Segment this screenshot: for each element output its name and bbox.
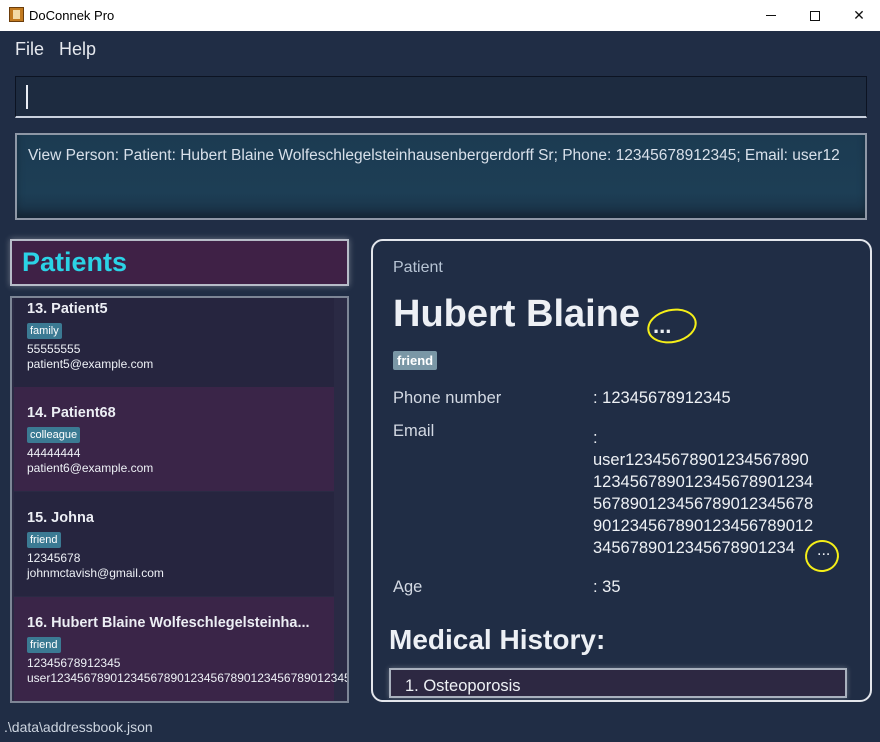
annotation-circle: [644, 304, 700, 348]
patient-email: patient6@example.com: [27, 461, 154, 475]
patients-title: Patients: [22, 247, 128, 277]
email-line: 901234567890123456789012: [593, 517, 814, 535]
email-value: : user12345678901234567890 1234567890123…: [593, 427, 827, 559]
email-label: Email: [393, 422, 435, 440]
minimize-icon: [766, 15, 776, 16]
patient-tag: colleague: [27, 427, 81, 443]
close-button[interactable]: ✕: [836, 0, 880, 31]
medical-history-title: Medical History:: [389, 624, 606, 655]
age-value: : 35: [593, 578, 621, 596]
patient-card-name: 16. Hubert Blaine Wolfeschlegelsteinha..…: [27, 615, 310, 631]
patient-email: user123456789012345678901234567890123456…: [27, 671, 347, 685]
menu-file[interactable]: File: [15, 39, 44, 60]
age-label: Age: [393, 578, 423, 596]
patient-card-name: 13. Patient5: [27, 301, 108, 317]
menu-help[interactable]: Help: [59, 39, 96, 60]
patient-tag: friend: [27, 637, 61, 653]
phone-label: Phone number: [393, 389, 502, 407]
detail-name: Hubert Blaine: [393, 293, 641, 335]
patient-card-name: 15. Johna: [27, 510, 94, 526]
app-icon: [9, 7, 24, 22]
phone-value: : 12345678912345: [593, 389, 731, 407]
medical-history-list[interactable]: 1. Osteoporosis: [389, 668, 847, 698]
detail-header: Patient: [393, 259, 443, 276]
email-line: 123456789012345678901234: [593, 473, 814, 491]
patient-phone: 55555555: [27, 342, 81, 356]
patient-card[interactable]: 14. Patient68 colleague 44444444 patient…: [14, 387, 334, 491]
patient-card[interactable]: 16. Hubert Blaine Wolfeschlegelsteinha..…: [14, 597, 347, 701]
patient-email: johnmctavish@gmail.com: [27, 566, 164, 580]
patient-email: patient5@example.com: [27, 357, 154, 371]
patient-list[interactable]: 13. Patient5 family 55555555 patient5@ex…: [10, 296, 349, 703]
command-input[interactable]: [15, 76, 867, 118]
patient-phone: 12345678912345: [27, 656, 121, 670]
patient-phone: 44444444: [27, 446, 81, 460]
status-bar-path: .\data\addressbook.json: [4, 719, 153, 735]
menu-bar: File Help: [0, 31, 880, 67]
email-line: 3456789012345678901234: [593, 539, 795, 557]
maximize-icon: [810, 10, 820, 21]
maximize-button[interactable]: [792, 0, 838, 31]
window-title: DoConnek Pro: [29, 8, 115, 23]
email-line: user12345678901234567890: [593, 451, 809, 469]
result-display[interactable]: View Person: Patient: Hubert Blaine Wolf…: [15, 133, 867, 220]
patients-header: Patients: [10, 239, 349, 286]
patient-tag: family: [27, 323, 62, 339]
medical-history-item: 1. Osteoporosis: [405, 677, 521, 695]
email-line: 567890123456789012345678: [593, 495, 814, 513]
detail-tag: friend: [393, 351, 438, 370]
text-caret: [26, 85, 28, 109]
result-display-text: View Person: Patient: Hubert Blaine Wolf…: [28, 147, 840, 164]
patient-phone: 12345678: [27, 551, 81, 565]
patient-detail-panel: Patient Hubert Blaine ... friend Phone n…: [371, 239, 872, 702]
patient-tag: friend: [27, 532, 61, 548]
patient-card-name: 14. Patient68: [27, 405, 116, 421]
minimize-button[interactable]: [748, 0, 794, 31]
title-bar: DoConnek Pro ✕: [0, 0, 880, 31]
email-colon: :: [593, 429, 598, 447]
close-icon: ✕: [853, 7, 865, 23]
patient-card[interactable]: 15. Johna friend 12345678 johnmctavish@g…: [14, 492, 334, 596]
